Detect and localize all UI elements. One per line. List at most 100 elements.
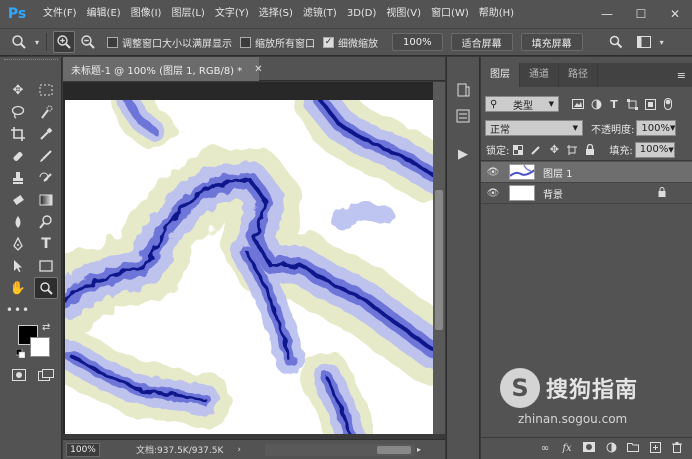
blur-tool-icon[interactable] [6, 211, 30, 233]
default-colors-icon[interactable] [15, 348, 26, 359]
menu-item[interactable]: 文件(F) [38, 0, 82, 28]
tab-paths[interactable]: 路径 [559, 63, 598, 87]
lock-all-icon[interactable] [581, 141, 599, 159]
layer-name[interactable]: 背景 [543, 186, 563, 201]
swap-colors-icon[interactable]: ⇄ [42, 322, 50, 333]
dodge-tool-icon[interactable] [34, 211, 58, 233]
adjustment-layer-icon[interactable] [600, 442, 622, 456]
lock-image-icon[interactable] [527, 141, 545, 159]
lock-position-icon[interactable]: ✥ [545, 141, 563, 159]
hand-tool-icon[interactable]: ✋ [6, 277, 30, 299]
scroll-right-icon[interactable]: ▸ [417, 445, 421, 454]
eye-icon[interactable]: 👁 [483, 167, 503, 178]
zoom-100-button[interactable]: 100% [392, 33, 443, 51]
workspace-dropdown-icon[interactable]: ▾ [657, 31, 667, 53]
panel-menu-icon[interactable]: ≡ [677, 69, 686, 82]
filter-smart-object-icon[interactable] [641, 95, 659, 113]
delete-layer-icon[interactable] [666, 441, 688, 456]
fill-field[interactable]: 100% ▼ [634, 141, 675, 158]
menu-item[interactable]: 文字(Y) [210, 0, 254, 28]
preset-dropdown-icon[interactable]: ▾ [32, 31, 42, 53]
menu-item[interactable]: 图像(I) [126, 0, 167, 28]
new-group-icon[interactable] [622, 442, 644, 455]
tab-channels[interactable]: 通道 [520, 63, 559, 87]
layer-row[interactable]: 👁 图层 1 [481, 162, 692, 183]
close-window-button[interactable]: ✕ [658, 0, 692, 28]
move-tool-icon[interactable]: ✥ [6, 79, 30, 101]
fill-screen-button[interactable]: 填充屏幕 [520, 33, 583, 51]
quick-selection-tool-icon[interactable] [34, 101, 58, 123]
menu-item[interactable]: 视图(V) [381, 0, 426, 28]
lock-transparent-icon[interactable] [509, 141, 527, 159]
photoshop-logo[interactable]: Ps [4, 4, 30, 24]
minimize-button[interactable]: — [590, 0, 624, 28]
horizontal-scroll-thumb[interactable] [377, 445, 412, 454]
chevron-right-icon[interactable]: › [237, 445, 241, 455]
vertical-scroll-thumb[interactable] [435, 190, 443, 330]
layer-filter-select[interactable]: ⚲ 类型 ▼ [485, 96, 559, 112]
link-layers-icon[interactable]: ∞ [534, 443, 556, 454]
path-selection-tool-icon[interactable] [6, 255, 30, 277]
add-mask-icon[interactable] [578, 442, 600, 455]
eraser-tool-icon[interactable] [6, 189, 30, 211]
history-brush-tool-icon[interactable] [34, 167, 58, 189]
menu-item[interactable]: 选择(S) [254, 0, 298, 28]
more-tools-icon[interactable]: ••• [6, 299, 30, 321]
zoom-tool-preset-icon[interactable] [8, 31, 30, 53]
document-canvas[interactable] [65, 100, 433, 434]
scrubby-zoom-checkbox[interactable]: ✓ 细微缩放 [323, 35, 378, 50]
history-panel-icon[interactable] [450, 79, 476, 101]
eye-icon[interactable]: 👁 [483, 188, 503, 199]
toolbar-grip[interactable] [4, 59, 58, 65]
menu-item[interactable]: 窗口(W) [426, 0, 474, 28]
type-tool-icon[interactable]: T [34, 233, 58, 255]
layer-thumbnail[interactable] [509, 164, 535, 180]
new-layer-icon[interactable] [644, 441, 666, 456]
lasso-tool-icon[interactable] [6, 101, 30, 123]
zoom-in-icon[interactable] [53, 31, 75, 53]
screen-mode-icon[interactable] [38, 369, 54, 384]
filter-shape-icon[interactable] [623, 95, 641, 113]
menu-item[interactable]: 帮助(H) [474, 0, 519, 28]
filter-toggle-icon[interactable] [659, 95, 677, 113]
layer-name[interactable]: 图层 1 [543, 165, 573, 180]
document-tab[interactable]: 未标题-1 @ 100% (图层 1, RGB/8) * ✕ [63, 57, 263, 81]
healing-brush-tool-icon[interactable] [6, 145, 30, 167]
blend-mode-select[interactable]: 正常 ▼ [485, 120, 583, 136]
workspace-icon[interactable] [633, 31, 655, 53]
layer-thumbnail[interactable] [509, 185, 535, 201]
marquee-tool-icon[interactable] [34, 79, 58, 101]
maximize-button[interactable]: ☐ [624, 0, 658, 28]
crop-tool-icon[interactable] [6, 123, 30, 145]
horizontal-scrollbar[interactable] [265, 443, 416, 456]
menu-item[interactable]: 滤镜(T) [298, 0, 342, 28]
filter-pixel-icon[interactable] [569, 95, 587, 113]
zoom-out-icon[interactable] [77, 31, 99, 53]
zoom-tool-icon[interactable] [34, 277, 58, 299]
tab-layers[interactable]: 图层 [481, 63, 520, 87]
close-icon[interactable]: ✕ [254, 64, 262, 75]
clone-stamp-tool-icon[interactable] [6, 167, 30, 189]
zoom-all-windows-checkbox[interactable]: 缩放所有窗口 [240, 35, 315, 50]
eyedropper-tool-icon[interactable] [34, 123, 58, 145]
background-color-swatch[interactable] [30, 337, 50, 357]
search-icon[interactable] [605, 31, 627, 53]
fit-screen-button[interactable]: 适合屏幕 [450, 33, 513, 51]
menu-item[interactable]: 图层(L) [166, 0, 209, 28]
gradient-tool-icon[interactable] [34, 189, 58, 211]
layer-style-icon[interactable]: fx [556, 443, 578, 454]
filter-type-icon[interactable]: T [605, 95, 623, 113]
resize-windows-checkbox[interactable]: 调整窗口大小以满屏显示 [107, 35, 232, 50]
zoom-level-field[interactable]: 100% [66, 442, 100, 457]
properties-panel-icon[interactable] [450, 105, 476, 127]
quick-mask-icon[interactable] [12, 369, 26, 384]
rectangle-tool-icon[interactable] [34, 255, 58, 277]
lock-artboard-icon[interactable] [563, 141, 581, 159]
layer-row[interactable]: 👁 背景 [481, 183, 692, 204]
opacity-field[interactable]: 100% ▼ [636, 120, 677, 136]
vertical-scrollbar[interactable] [433, 82, 445, 434]
menu-item[interactable]: 编辑(E) [82, 0, 126, 28]
menu-item[interactable]: 3D(D) [342, 0, 382, 28]
filter-adjustment-icon[interactable] [587, 95, 605, 113]
brush-tool-icon[interactable] [34, 145, 58, 167]
